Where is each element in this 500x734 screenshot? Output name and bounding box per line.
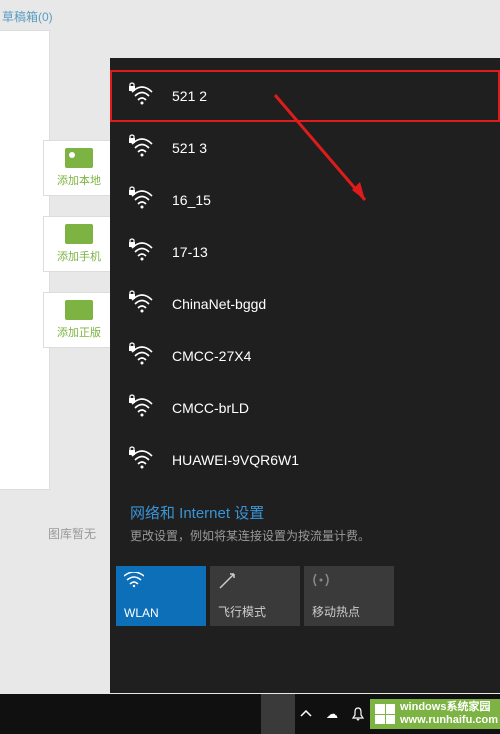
wifi-secured-icon bbox=[130, 188, 154, 212]
side-buttons: 添加本地 添加手机 添加正版 bbox=[43, 140, 115, 368]
genuine-icon bbox=[65, 300, 93, 320]
network-settings-link[interactable]: 网络和 Internet 设置 更改设置，例如将某连接设置为按流量计费。 bbox=[110, 494, 500, 558]
airplane-label: 飞行模式 bbox=[218, 603, 292, 620]
wlan-tile[interactable]: WLAN bbox=[116, 566, 206, 626]
wifi-flyout: 521 2 521 3 16_15 17-13 ChinaNet-bggd CMCC-27… bbox=[110, 58, 500, 693]
watermark-line2: www.runhaifu.com bbox=[400, 714, 498, 726]
network-settings-sub: 更改设置，例如将某连接设置为按流量计费。 bbox=[130, 527, 480, 544]
gallery-empty-label: 图库暂无 bbox=[48, 525, 96, 542]
wifi-item[interactable]: CMCC-brLD bbox=[110, 382, 500, 434]
add-genuine-button[interactable]: 添加正版 bbox=[43, 292, 115, 348]
wifi-item[interactable]: HUAWEI-9VQR6W1 bbox=[110, 434, 500, 486]
add-local-button[interactable]: 添加本地 bbox=[43, 140, 115, 196]
wifi-ssid: ChinaNet-bggd bbox=[172, 296, 266, 312]
hotspot-icon bbox=[312, 572, 386, 592]
wifi-ssid: CMCC-27X4 bbox=[172, 348, 251, 364]
wifi-secured-icon bbox=[130, 84, 154, 108]
wifi-ssid: HUAWEI-9VQR6W1 bbox=[172, 452, 299, 468]
wifi-item[interactable]: CMCC-27X4 bbox=[110, 330, 500, 382]
wifi-secured-icon bbox=[130, 136, 154, 160]
wifi-ssid: 16_15 bbox=[172, 192, 211, 208]
wifi-list: 521 2 521 3 16_15 17-13 ChinaNet-bggd CMCC-27… bbox=[110, 58, 500, 486]
watermark-line1: windows系统家园 bbox=[400, 701, 490, 713]
bell-icon[interactable] bbox=[350, 706, 366, 722]
wifi-item[interactable]: 16_15 bbox=[110, 174, 500, 226]
phone-icon bbox=[65, 224, 93, 244]
wlan-label: WLAN bbox=[124, 606, 198, 620]
wifi-secured-icon bbox=[130, 448, 154, 472]
add-genuine-label: 添加正版 bbox=[57, 324, 101, 340]
wifi-ssid: CMCC-brLD bbox=[172, 400, 249, 416]
wifi-ssid: 521 3 bbox=[172, 140, 207, 156]
wifi-item[interactable]: 521 2 bbox=[110, 70, 500, 122]
wifi-item[interactable]: ChinaNet-bggd bbox=[110, 278, 500, 330]
hotspot-label: 移动热点 bbox=[312, 603, 386, 620]
add-phone-label: 添加手机 bbox=[57, 248, 101, 264]
wifi-icon bbox=[124, 572, 198, 592]
windows-logo-icon bbox=[375, 704, 395, 724]
active-task-highlight bbox=[261, 694, 295, 734]
hotspot-tile[interactable]: 移动热点 bbox=[304, 566, 394, 626]
drafts-label[interactable]: 草稿箱(0) bbox=[2, 8, 53, 25]
airplane-tile[interactable]: 飞行模式 bbox=[210, 566, 300, 626]
wifi-secured-icon bbox=[130, 240, 154, 264]
wifi-ssid: 521 2 bbox=[172, 88, 207, 104]
airplane-icon bbox=[218, 572, 292, 592]
wifi-secured-icon bbox=[130, 344, 154, 368]
watermark: windows系统家园 www.runhaifu.com bbox=[370, 699, 500, 729]
add-local-label: 添加本地 bbox=[57, 172, 101, 188]
image-icon bbox=[65, 148, 93, 168]
network-settings-title: 网络和 Internet 设置 bbox=[130, 502, 480, 523]
wifi-item[interactable]: 17-13 bbox=[110, 226, 500, 278]
action-tiles: WLAN 飞行模式 移动热点 bbox=[110, 566, 500, 626]
wifi-secured-icon bbox=[130, 292, 154, 316]
add-phone-button[interactable]: 添加手机 bbox=[43, 216, 115, 272]
wifi-item[interactable]: 521 3 bbox=[110, 122, 500, 174]
wifi-secured-icon bbox=[130, 396, 154, 420]
tray-chevron-icon[interactable] bbox=[298, 706, 314, 722]
cloud-icon[interactable]: ☁ bbox=[324, 706, 340, 722]
wifi-ssid: 17-13 bbox=[172, 244, 208, 260]
